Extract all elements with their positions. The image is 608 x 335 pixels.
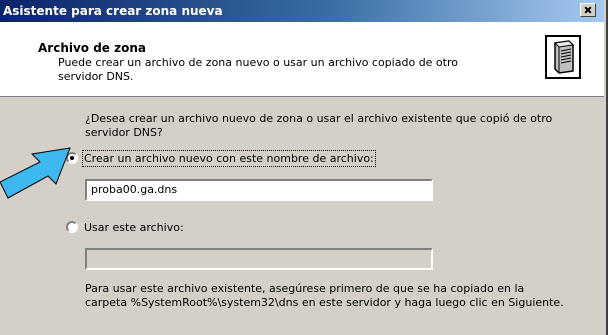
new-filename-input[interactable]: proba00.ga.dns	[85, 179, 433, 201]
server-icon	[545, 35, 581, 79]
radio-create-new[interactable]: Crear un archivo nuevo con este nombre d…	[66, 149, 376, 167]
page-title: Archivo de zona	[38, 41, 146, 55]
radio-use-existing-label[interactable]: Usar este archivo:	[84, 221, 184, 234]
wizard-dialog: Asistente para crear zona nueva Archivo …	[0, 0, 608, 335]
radio-create-new-label[interactable]: Crear un archivo nuevo con este nombre d…	[82, 149, 376, 167]
radio-button-unchecked[interactable]	[66, 221, 78, 233]
window-title: Asistente para crear zona nueva	[3, 4, 223, 18]
existing-file-input	[85, 248, 433, 270]
wizard-header: Archivo de zona Puede crear un archivo d…	[0, 22, 604, 97]
question-text: ¿Desea crear un archivo nuevo de zona o …	[85, 112, 553, 139]
pointer-arrow-icon	[0, 147, 71, 199]
info-text: Para usar este archivo existente, asegúr…	[85, 282, 564, 309]
radio-use-existing[interactable]: Usar este archivo:	[66, 219, 184, 235]
page-description: Puede crear un archivo de zona nuevo o u…	[58, 56, 458, 83]
title-bar[interactable]: Asistente para crear zona nueva	[0, 0, 604, 22]
close-button[interactable]	[580, 3, 596, 17]
